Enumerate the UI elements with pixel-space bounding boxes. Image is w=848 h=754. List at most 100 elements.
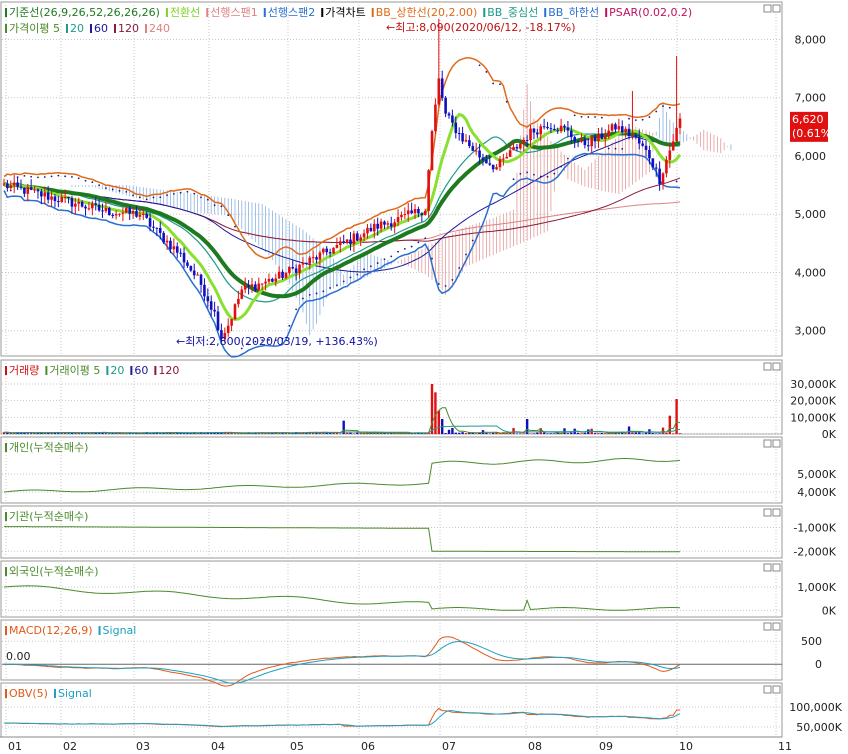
panel-foreign-frame [0,560,783,618]
psar-dot [152,196,155,199]
legend-marker [5,689,7,698]
candle-body [654,167,658,169]
panel-close-button[interactable] [772,4,781,13]
individual-axis-tick: 5,000K [797,468,836,481]
candle-body [359,237,362,241]
psar-dot [499,83,501,86]
candle-body [108,207,111,216]
candle-body [138,214,142,217]
psar-dot [485,71,488,73]
volume-bar [498,433,502,434]
legend-item-obv: OBV(5) [9,687,48,700]
panel-close-button[interactable] [772,622,781,631]
candle-body [393,222,396,227]
candle-body [569,130,573,138]
psar-dot [159,196,162,199]
panel-minimize-button[interactable] [763,508,772,517]
panel-minimize-button[interactable] [763,362,772,371]
candle-body [179,252,182,254]
candle-body [372,223,376,232]
volume-bar [655,433,658,434]
psar-dot [342,280,345,283]
candle-body [644,145,648,150]
volume-bar [485,432,488,434]
candle-body [603,136,607,140]
psar-dot [234,225,236,228]
candle-body [403,214,407,216]
candle-body [678,118,682,128]
candle-body [386,223,390,225]
price-axis-tick: 6,000 [795,150,827,163]
candle-body [250,284,254,287]
panel-close-button[interactable] [772,362,781,371]
legend-item-obv: Signal [58,687,92,700]
psar-dot [30,175,33,178]
candle-body [339,241,342,246]
volume-bar [678,433,682,434]
panel-close-button[interactable] [772,439,781,448]
panel-close-button[interactable] [772,685,781,694]
candle-body [505,156,509,159]
volume-bar [461,432,464,434]
candle-body [29,187,33,190]
foreign-axis-tick: 1,000K [797,581,836,594]
candle-body [277,271,281,279]
candle-body [430,131,434,171]
volume-bar [546,433,549,434]
legend-marker [483,8,486,17]
candle-body [665,159,668,174]
panel-close-button[interactable] [772,563,781,572]
candle-body [648,149,651,159]
psar-dot [560,165,563,168]
psar-dot [614,147,617,150]
candle-body [199,274,203,285]
volume-bar [457,432,461,434]
panel-minimize-button[interactable] [763,439,772,448]
candle-body [624,128,627,133]
legend-marker [371,8,374,17]
psar-dot [125,190,128,193]
candle-body [84,206,87,209]
psar-dot [37,176,39,179]
panel-minimize-button[interactable] [763,622,772,631]
legend-item-price: BB_하한선 [548,5,599,19]
legend-marker [5,567,7,576]
volume-bar [203,433,206,434]
candle-body [257,283,261,291]
volume-bar [532,433,536,434]
volume-bar [542,432,546,434]
legend-item-volume: 120 [158,364,179,377]
panel-minimize-button[interactable] [763,563,772,572]
volume-bar [148,433,152,434]
candle-body [328,252,332,254]
panel-minimize-button[interactable] [763,4,772,13]
legend-marker [5,626,7,635]
candle-body [114,214,118,216]
volume-bar [580,433,583,434]
psar-dot [437,282,440,285]
panel-individual-frame [0,436,783,504]
volume-axis-tick: 20,000K [790,395,836,408]
legend-marker [89,24,92,33]
candle-body [508,150,512,157]
candle-body [675,127,678,142]
price-axis-tick: 4,000 [795,266,827,279]
candle-body [464,140,468,142]
volume-bar [491,432,495,434]
volume-bar [536,432,539,434]
stock-chart-window: 8,000 7,000 6,000 5,000 4,000 3,000 ←최고:8,090(… [0,0,848,754]
candle-body [522,139,526,144]
psar-dot [322,290,325,293]
volume-bar [658,433,661,434]
legend-item-price: 선행스팬1 [210,6,257,19]
volume-bar [345,432,349,434]
panel-close-button[interactable] [772,508,781,517]
volume-bar [339,433,342,434]
volume-bar [237,433,240,434]
candle-body [556,130,560,132]
psar-dot [50,175,53,178]
candle-body [91,203,94,209]
candle-body [627,128,631,137]
panel-minimize-button[interactable] [763,685,772,694]
candle-body [322,248,325,253]
